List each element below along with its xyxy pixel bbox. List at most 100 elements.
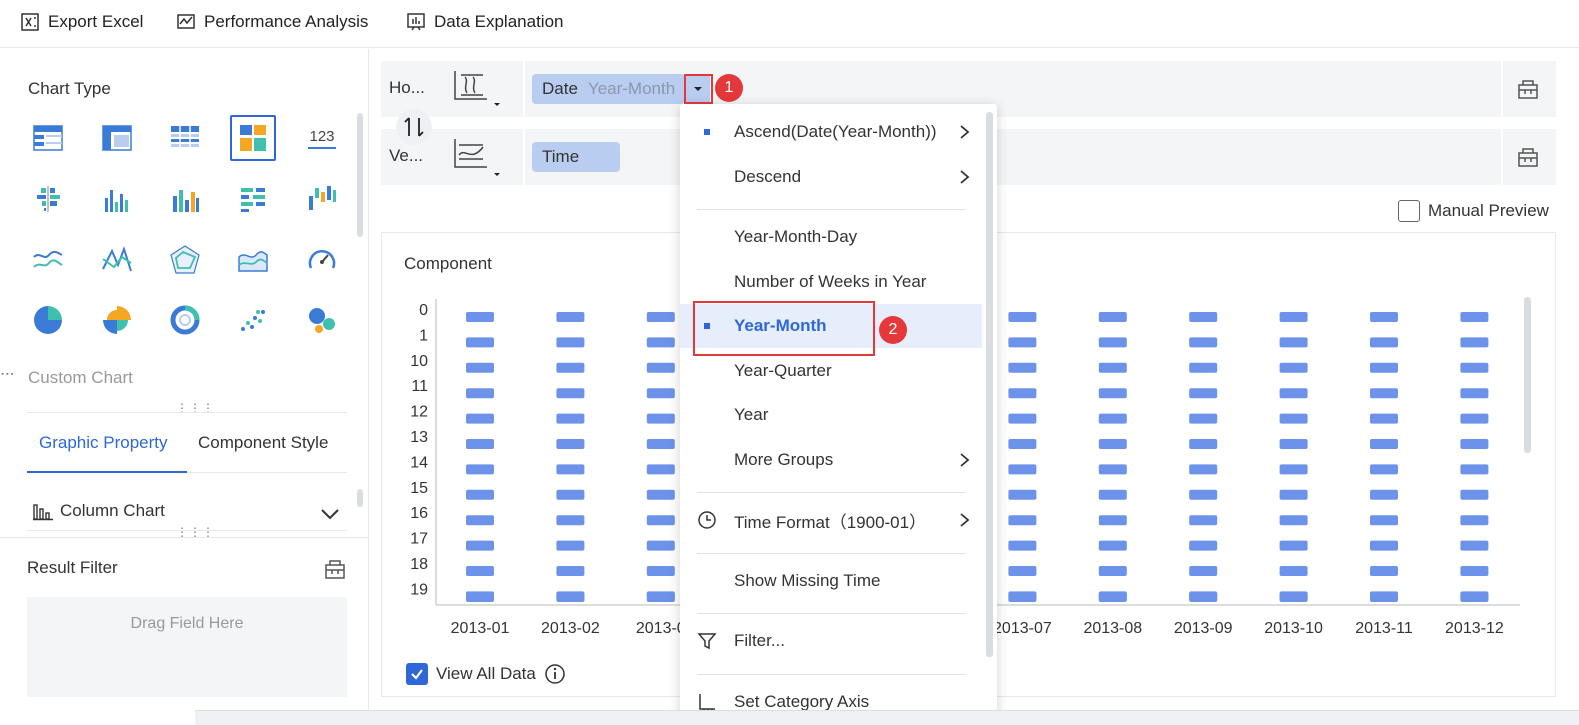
manual-preview-box[interactable]: [1398, 200, 1420, 222]
tab-graphic-property[interactable]: Graphic Property: [39, 433, 168, 453]
radar-icon[interactable]: [162, 237, 208, 283]
bar-mark: [556, 439, 585, 449]
bar-mark: [1008, 337, 1037, 348]
waterfall-icon[interactable]: [299, 176, 345, 222]
menu-item-time-format-1900-01[interactable]: Time Format（1900-01）: [680, 498, 982, 542]
bar-mark: [1189, 337, 1218, 348]
bar-mark: [556, 337, 585, 348]
data-explanation-icon: [407, 13, 425, 31]
multi-line-icon[interactable]: [94, 237, 140, 283]
menu-item-descend[interactable]: Descend: [680, 155, 982, 199]
bar-mark: [556, 464, 585, 475]
tab-component-style[interactable]: Component Style: [198, 433, 328, 453]
menu-item-number-of-weeks-in-year[interactable]: Number of Weeks in Year: [680, 260, 982, 304]
combo-chart-icon[interactable]: [230, 115, 276, 161]
y-tick-label: 11: [411, 378, 428, 395]
column-chart-small-icon: [33, 504, 53, 521]
ring-chart-icon[interactable]: [162, 297, 208, 343]
x-tick-label: 2013-12: [1445, 620, 1504, 637]
chart-style-select[interactable]: Column Chart: [32, 501, 165, 521]
menu-item-label: Year-Month-Day: [734, 227, 858, 246]
bar-mark: [1279, 413, 1308, 424]
y-tick-label: 0: [419, 302, 428, 319]
x-tick-label: 2013-02: [541, 620, 600, 637]
bar-mark: [1460, 362, 1489, 373]
bar-mark: [646, 413, 675, 424]
menu-item-label: Set Category Axis: [734, 691, 870, 711]
chevron-down-icon[interactable]: [320, 507, 340, 521]
bar-mark: [1279, 515, 1308, 526]
export-excel-button[interactable]: Export Excel: [20, 10, 143, 34]
table-icon[interactable]: [25, 115, 71, 161]
divider: [1501, 129, 1503, 185]
rose-chart-icon[interactable]: [94, 297, 140, 343]
menu-item-more-groups[interactable]: More Groups: [680, 438, 982, 482]
bar-mark: [1098, 515, 1127, 526]
cross-table-icon[interactable]: [94, 115, 140, 161]
divider: [523, 61, 525, 117]
info-icon[interactable]: [544, 663, 566, 685]
date-field-pill[interactable]: Date Year-Month: [532, 74, 686, 104]
horizontal-scrollbar[interactable]: [195, 710, 1579, 725]
pie-chart-icon[interactable]: [25, 297, 71, 343]
detail-table-icon[interactable]: [162, 115, 208, 161]
chart-type-scrollbar[interactable]: [357, 113, 363, 237]
bar-mark: [1098, 362, 1127, 373]
chart-style-value: Column Chart: [60, 501, 165, 520]
y-tick-label: 14: [410, 454, 428, 471]
stacked-column-icon[interactable]: [94, 176, 140, 222]
bar-mark: [646, 540, 675, 551]
bar-mark: [556, 566, 585, 576]
bar-mark: [1279, 439, 1308, 449]
line-chart-icon[interactable]: [25, 237, 71, 283]
scatter-icon[interactable]: [230, 297, 276, 343]
manual-preview-checkbox[interactable]: Manual Preview: [1398, 200, 1549, 222]
y-tick-label: 13: [410, 429, 428, 446]
axis-settings-icon[interactable]: [1517, 146, 1539, 168]
x-tick-label: 2013-11: [1355, 620, 1413, 637]
filter-drop-zone[interactable]: Drag Field Here: [27, 597, 347, 697]
gauge-icon[interactable]: [299, 237, 345, 283]
bar-mark: [1370, 540, 1398, 551]
bar-mark: [1189, 566, 1218, 576]
vertical-axis-type-dropdown[interactable]: [453, 137, 503, 176]
view-all-data-checkbox[interactable]: View All Data: [406, 663, 566, 685]
bar-mark: [556, 540, 585, 551]
menu-item-filter[interactable]: Filter...: [680, 619, 982, 663]
checkbox-checked[interactable]: [406, 663, 428, 685]
bar-mark: [1460, 592, 1489, 602]
data-explanation-button[interactable]: Data Explanation: [406, 10, 563, 34]
kpi-number-icon[interactable]: 123: [299, 115, 345, 161]
bar-mark: [1370, 312, 1398, 322]
column-chart-icon[interactable]: [162, 176, 208, 222]
bar-mark: [466, 489, 494, 500]
bubble-icon[interactable]: [299, 297, 345, 343]
bar-mark: [1460, 439, 1489, 449]
highlight-box-1: [684, 74, 713, 104]
custom-chart-label[interactable]: Custom Chart: [28, 368, 133, 388]
axis-settings-icon[interactable]: [1517, 78, 1539, 100]
drag-handle-icon[interactable]: ⋮: [0, 367, 16, 381]
menu-item-ascend-date-year-month[interactable]: Ascend(Date(Year-Month)): [680, 110, 982, 154]
bar-mark: [1460, 337, 1489, 348]
horizontal-axis-type-dropdown[interactable]: [453, 69, 503, 107]
menu-item-show-missing-time[interactable]: Show Missing Time: [680, 559, 982, 603]
selected-marker-icon: [704, 129, 710, 135]
swap-axes-button[interactable]: [396, 109, 432, 145]
bar-mark: [1279, 388, 1308, 399]
grouped-bar-icon[interactable]: [25, 176, 71, 222]
filter-settings-icon[interactable]: [324, 558, 346, 580]
bar-chart-icon[interactable]: [230, 176, 276, 222]
step-badge-2: 2: [879, 316, 907, 344]
menu-item-year[interactable]: Year: [680, 393, 982, 437]
time-field-pill[interactable]: Time: [532, 142, 620, 172]
area-chart-icon[interactable]: [230, 237, 276, 283]
bar-mark: [466, 566, 494, 576]
chart-scrollbar[interactable]: [1524, 297, 1531, 453]
bar-mark: [1189, 439, 1218, 449]
property-scrollbar[interactable]: [357, 489, 363, 507]
bar-mark: [1370, 388, 1398, 399]
performance-analysis-button[interactable]: Performance Analysis: [176, 10, 368, 34]
menu-item-year-month-day[interactable]: Year-Month-Day: [680, 215, 982, 259]
menu-scrollbar[interactable]: [986, 112, 993, 657]
